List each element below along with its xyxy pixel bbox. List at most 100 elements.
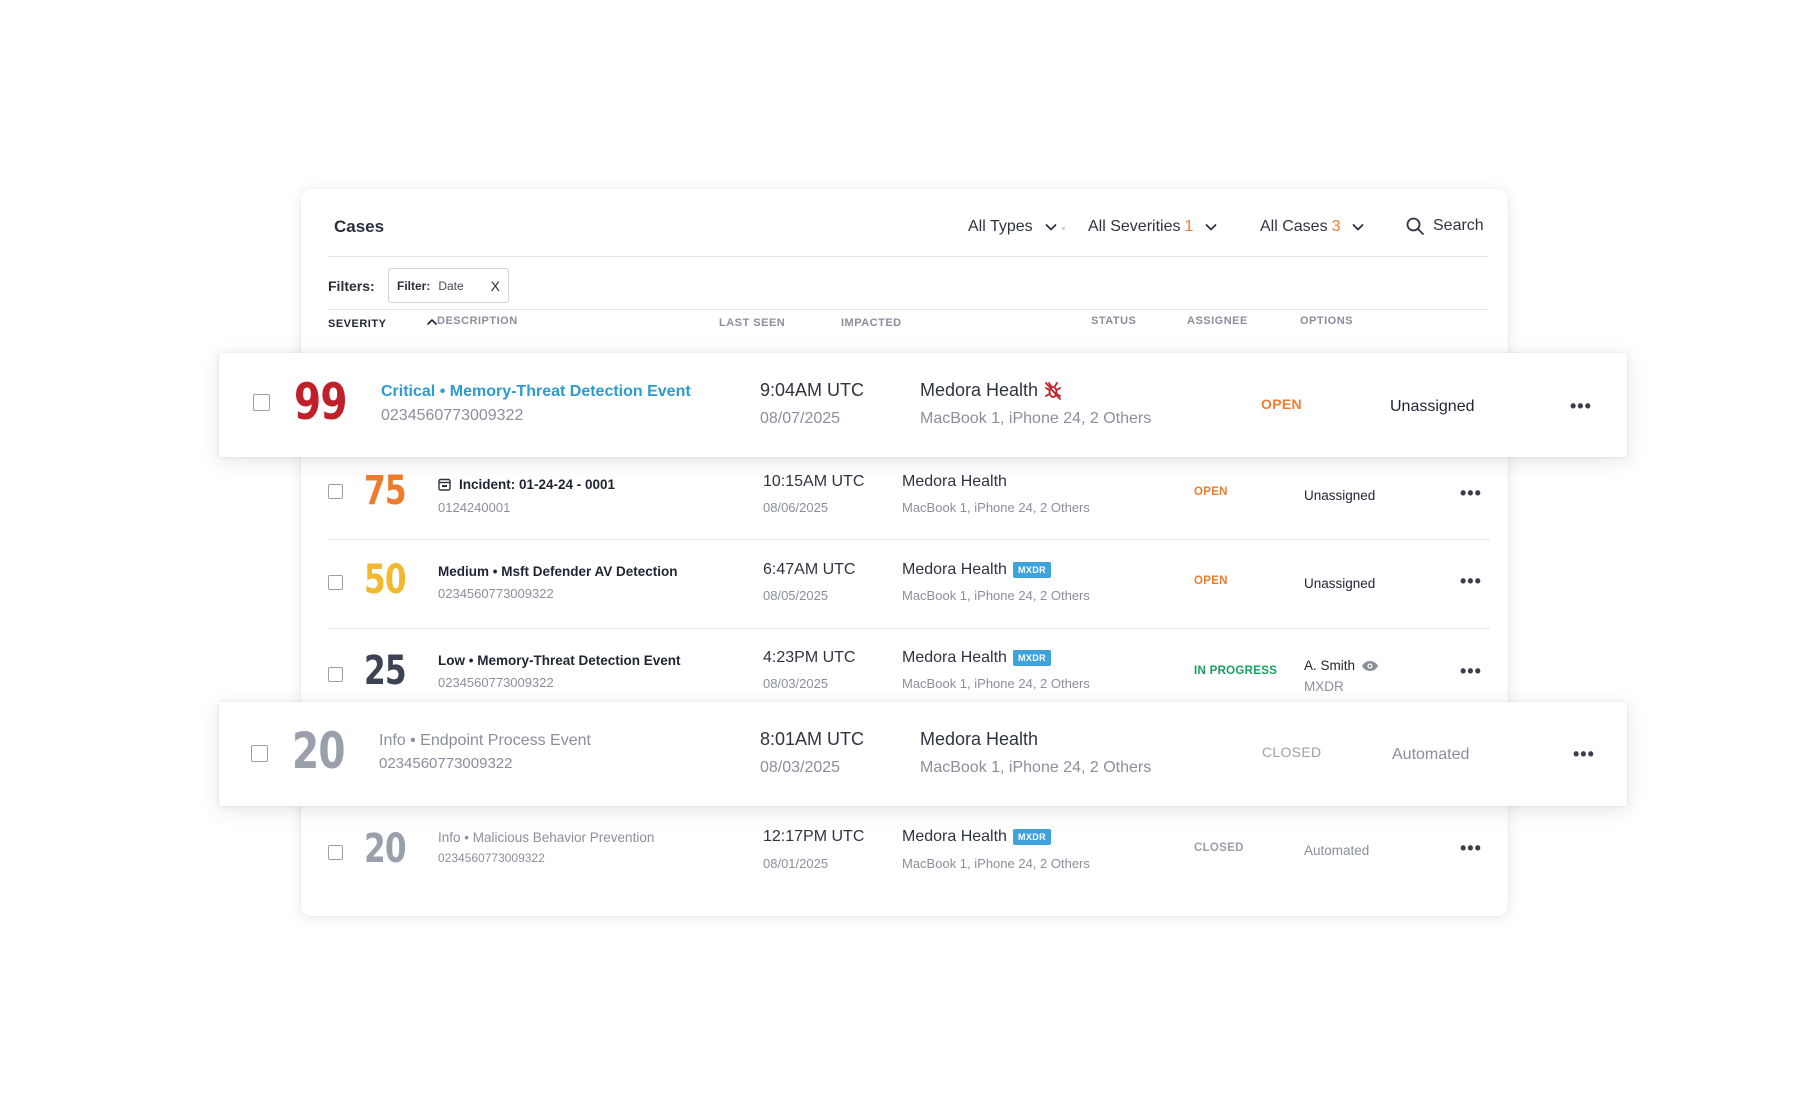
assignee[interactable]: Unassigned: [1390, 398, 1475, 416]
cases-dropdown-label: All Cases: [1260, 218, 1328, 235]
severity-score: 20: [364, 826, 407, 872]
row-checkbox[interactable]: [253, 394, 270, 411]
cases-toolbar: Cases All Types All Severities 1 All Cas…: [328, 189, 1488, 257]
row-options-button[interactable]: •••: [1570, 396, 1592, 417]
severities-dropdown[interactable]: All Severities 1: [1088, 218, 1219, 236]
status-badge: CLOSED: [1194, 842, 1244, 854]
search-button[interactable]: Search: [1405, 216, 1484, 236]
impacted-devices: MacBook 1, iPhone 24, 2 Others: [920, 759, 1152, 776]
filter-chip-value: Date: [438, 278, 464, 293]
org-name: Medora Health: [920, 380, 1039, 400]
cases-count: 3: [1331, 218, 1341, 235]
row-checkbox[interactable]: [328, 575, 343, 590]
org-name: Medora Health: [902, 649, 1007, 666]
impacted-org: Medora Health MXDR: [902, 828, 1052, 846]
case-title-text: Incident: 01-24-24 - 0001: [459, 477, 616, 492]
severity-score: 50: [364, 557, 407, 603]
impacted-org: Medora Health: [920, 380, 1062, 401]
column-status[interactable]: STATUS: [1091, 315, 1136, 327]
case-id: 0124240001: [438, 500, 511, 515]
assignee[interactable]: Automated: [1304, 843, 1369, 858]
last-seen-date: 08/03/2025: [763, 676, 829, 691]
impacted-devices: MacBook 1, iPhone 24, 2 Others: [902, 676, 1090, 691]
last-seen-date: 08/01/2025: [763, 856, 829, 871]
last-seen-date: 08/05/2025: [763, 588, 829, 603]
calendar-icon: [438, 478, 451, 491]
filters-label: Filters:: [328, 278, 375, 294]
column-severity[interactable]: SEVERITY: [328, 317, 438, 330]
last-seen-time: 4:23PM UTC: [763, 649, 856, 666]
status-badge: IN PROGRESS: [1194, 665, 1278, 677]
row-options-button[interactable]: •••: [1460, 661, 1482, 682]
column-impacted[interactable]: IMPACTED: [841, 317, 902, 329]
mxdr-badge: MXDR: [1012, 650, 1052, 666]
case-id: 0234560773009322: [438, 586, 554, 601]
org-name: Medora Health: [920, 729, 1039, 749]
assignee[interactable]: Unassigned: [1304, 576, 1375, 591]
status-badge: OPEN: [1194, 575, 1228, 587]
remove-filter-button[interactable]: X: [491, 278, 500, 294]
impacted-org: Medora Health: [902, 473, 1007, 491]
row-checkbox[interactable]: [251, 745, 268, 762]
case-title[interactable]: Medium • Msft Defender AV Detection: [438, 564, 678, 579]
case-id: 0234560773009322: [381, 407, 524, 424]
column-options: OPTIONS: [1300, 315, 1354, 327]
last-seen-time: 8:01AM UTC: [760, 729, 865, 749]
case-title[interactable]: Incident: 01-24-24 - 0001: [438, 477, 615, 492]
row-options-button[interactable]: •••: [1460, 483, 1482, 504]
case-title-link[interactable]: Critical • Memory-Threat Detection Event: [381, 383, 691, 401]
sort-asc-icon[interactable]: [426, 317, 438, 330]
severity-score: 75: [364, 468, 407, 514]
chevron-down-icon: [1353, 224, 1364, 231]
column-assignee[interactable]: ASSIGNEE: [1187, 315, 1248, 327]
search-label: Search: [1433, 217, 1484, 234]
chevron-down-icon: [1045, 224, 1057, 231]
status-badge: OPEN: [1194, 486, 1228, 498]
separator-dot: [1062, 227, 1065, 230]
case-title[interactable]: Info • Malicious Behavior Prevention: [438, 830, 654, 845]
assignee[interactable]: Automated: [1392, 746, 1469, 764]
bug-alert-icon: [1045, 381, 1061, 400]
row-divider: [328, 539, 1490, 540]
column-last-seen[interactable]: LAST SEEN: [719, 317, 785, 329]
impacted-org: Medora Health: [920, 729, 1038, 750]
cases-dropdown[interactable]: All Cases 3: [1260, 218, 1366, 236]
org-name: Medora Health: [902, 561, 1007, 578]
case-id: 0234560773009322: [438, 851, 545, 865]
column-description[interactable]: DESCRIPTION: [437, 315, 518, 327]
last-seen-time: 6:47AM UTC: [763, 561, 856, 578]
case-title[interactable]: Info • Endpoint Process Event: [379, 732, 591, 750]
impacted-org: Medora Health MXDR: [902, 649, 1052, 667]
row-options-button[interactable]: •••: [1573, 744, 1595, 765]
org-name: Medora Health: [902, 828, 1007, 845]
row-options-button[interactable]: •••: [1460, 571, 1482, 592]
row-checkbox[interactable]: [328, 845, 343, 860]
date-filter-chip[interactable]: Filter: Date X: [388, 268, 509, 303]
types-dropdown[interactable]: All Types: [968, 218, 1059, 236]
status-badge: CLOSED: [1262, 744, 1322, 760]
row-checkbox[interactable]: [328, 667, 343, 682]
row-checkbox[interactable]: [328, 484, 343, 499]
case-id: 0234560773009322: [379, 755, 513, 772]
last-seen-time: 9:04AM UTC: [760, 380, 865, 400]
page-title: Cases: [334, 217, 385, 236]
chevron-down-icon: [1205, 224, 1217, 231]
last-seen-time: 12:17PM UTC: [763, 828, 865, 845]
assignee-team: MXDR: [1304, 679, 1344, 694]
impacted-devices: MacBook 1, iPhone 24, 2 Others: [902, 856, 1090, 871]
filter-chip-key: Filter:: [397, 278, 431, 293]
row-options-button[interactable]: •••: [1460, 838, 1482, 859]
assignee[interactable]: A. Smith: [1304, 658, 1379, 673]
filter-bar: Filters: Filter: Date X: [328, 258, 1488, 310]
org-name: Medora Health: [902, 473, 1007, 490]
eye-icon[interactable]: [1361, 660, 1379, 672]
mxdr-badge: MXDR: [1012, 829, 1052, 845]
case-id: 0234560773009322: [438, 675, 554, 690]
assignee[interactable]: Unassigned: [1304, 488, 1375, 503]
column-severity-label: SEVERITY: [328, 318, 387, 330]
impacted-devices: MacBook 1, iPhone 24, 2 Others: [902, 588, 1090, 603]
severity-score: 20: [292, 722, 345, 780]
status-badge: OPEN: [1261, 396, 1302, 412]
last-seen-date: 08/07/2025: [760, 410, 841, 427]
case-title[interactable]: Low • Memory-Threat Detection Event: [438, 653, 681, 668]
